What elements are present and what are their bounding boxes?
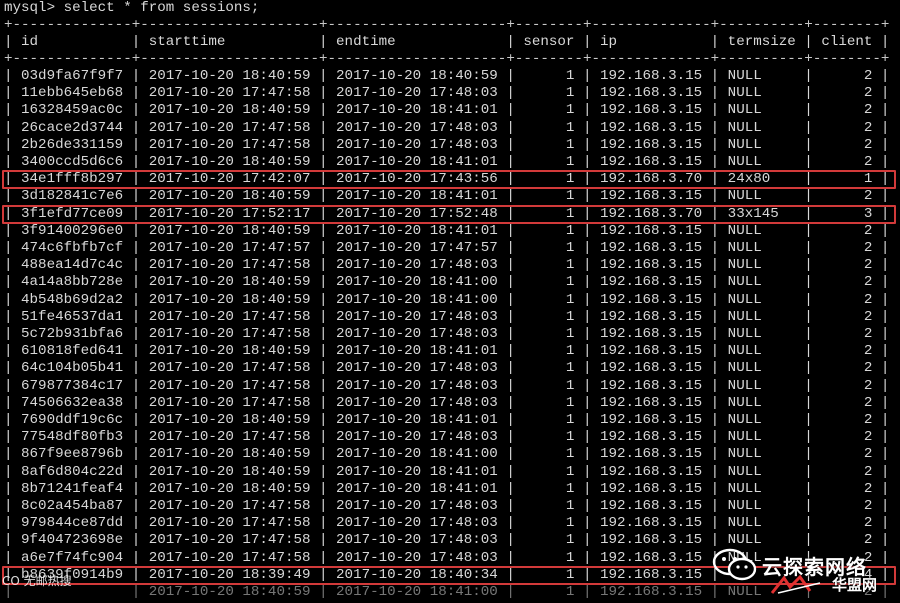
table-row: | 9f404723698e | 2017-10-20 17:47:58 | 2…	[4, 532, 890, 549]
table-row: | 679877384c17 | 2017-10-20 17:47:58 | 2…	[4, 377, 890, 394]
command-line: mysql> select * from sessions;	[4, 0, 900, 17]
table-row: | 3f1efd77ce09 | 2017-10-20 17:52:17 | 2…	[4, 205, 890, 222]
table-row: | 51fe46537da1 | 2017-10-20 17:47:58 | 2…	[4, 308, 890, 325]
table-row: | a6e7f74fc904 | 2017-10-20 17:47:58 | 2…	[4, 549, 890, 566]
table-border-header: +--------------+---------------------+--…	[4, 51, 890, 67]
table-row: | 16328459ac0c | 2017-10-20 18:40:59 | 2…	[4, 102, 890, 119]
table-row: | | 2017-10-20 18:40:59 | 2017-10-20 18:…	[4, 584, 890, 600]
table-row: | 8af6d804c22d | 2017-10-20 18:40:59 | 2…	[4, 463, 890, 480]
table-row: | 488ea14d7c4c | 2017-10-20 17:47:58 | 2…	[4, 257, 890, 274]
table-row: | 77548df80fb3 | 2017-10-20 17:47:58 | 2…	[4, 429, 890, 446]
table-row: | 610818fed641 | 2017-10-20 18:40:59 | 2…	[4, 343, 890, 360]
table-row: | 3400ccd5d6c6 | 2017-10-20 18:40:59 | 2…	[4, 154, 890, 170]
table-row: | 2b26de331159 | 2017-10-20 17:47:58 | 2…	[4, 136, 890, 153]
table-row: | 979844ce87dd | 2017-10-20 17:47:58 | 2…	[4, 515, 890, 532]
table-header-row: | id | starttime | endtime | sensor | ip…	[4, 34, 890, 50]
table-row: | 5c72b931bfa6 | 2017-10-20 17:47:58 | 2…	[4, 326, 890, 342]
table-row: | 4a14a8bb728e | 2017-10-20 18:40:59 | 2…	[4, 274, 890, 291]
table-row: | 34e1fff8b297 | 2017-10-20 17:42:07 | 2…	[4, 171, 890, 188]
table-row: | 7690ddf19c6c | 2017-10-20 18:40:59 | 2…	[4, 412, 890, 428]
table-row: | 4b548b69d2a2 | 2017-10-20 18:40:59 | 2…	[4, 291, 890, 308]
table-row: | b8639f0914b9 | 2017-10-20 18:39:49 | 2…	[4, 566, 890, 583]
mysql-prompt: mysql>	[4, 0, 64, 16]
table-border-top: +--------------+---------------------+--…	[4, 17, 890, 33]
table-row: | 11ebb645eb68 | 2017-10-20 17:47:58 | 2…	[4, 85, 890, 102]
table-row: | 26cace2d3744 | 2017-10-20 17:47:58 | 2…	[4, 119, 890, 136]
logo-mark-icon	[770, 575, 821, 594]
table-row: | 8b71241feaf4 | 2017-10-20 18:40:59 | 2…	[4, 480, 890, 497]
terminal-window[interactable]: mysql> select * from sessions; +--------…	[0, 0, 900, 603]
table-row: | 74506632ea38 | 2017-10-20 17:47:58 | 2…	[4, 394, 890, 411]
table-row: | 3d182841c7e6 | 2017-10-20 18:40:59 | 2…	[4, 188, 890, 205]
wechat-icon	[712, 548, 757, 581]
table-row: | 8c02a454ba87 | 2017-10-20 17:47:58 | 2…	[4, 498, 890, 514]
table-row: | 474c6fbfb7cf | 2017-10-20 17:47:57 | 2…	[4, 240, 890, 256]
table-row: | 3f91400296e0 | 2017-10-20 18:40:59 | 2…	[4, 222, 890, 239]
table-row: | 867f9ee8796b | 2017-10-20 18:40:59 | 2…	[4, 446, 890, 463]
table-row: | 03d9fa67f9f7 | 2017-10-20 18:40:59 | 2…	[4, 68, 890, 84]
table-row: | 64c104b05b41 | 2017-10-20 17:47:58 | 2…	[4, 360, 890, 377]
sql-command: select * from sessions;	[63, 0, 260, 16]
